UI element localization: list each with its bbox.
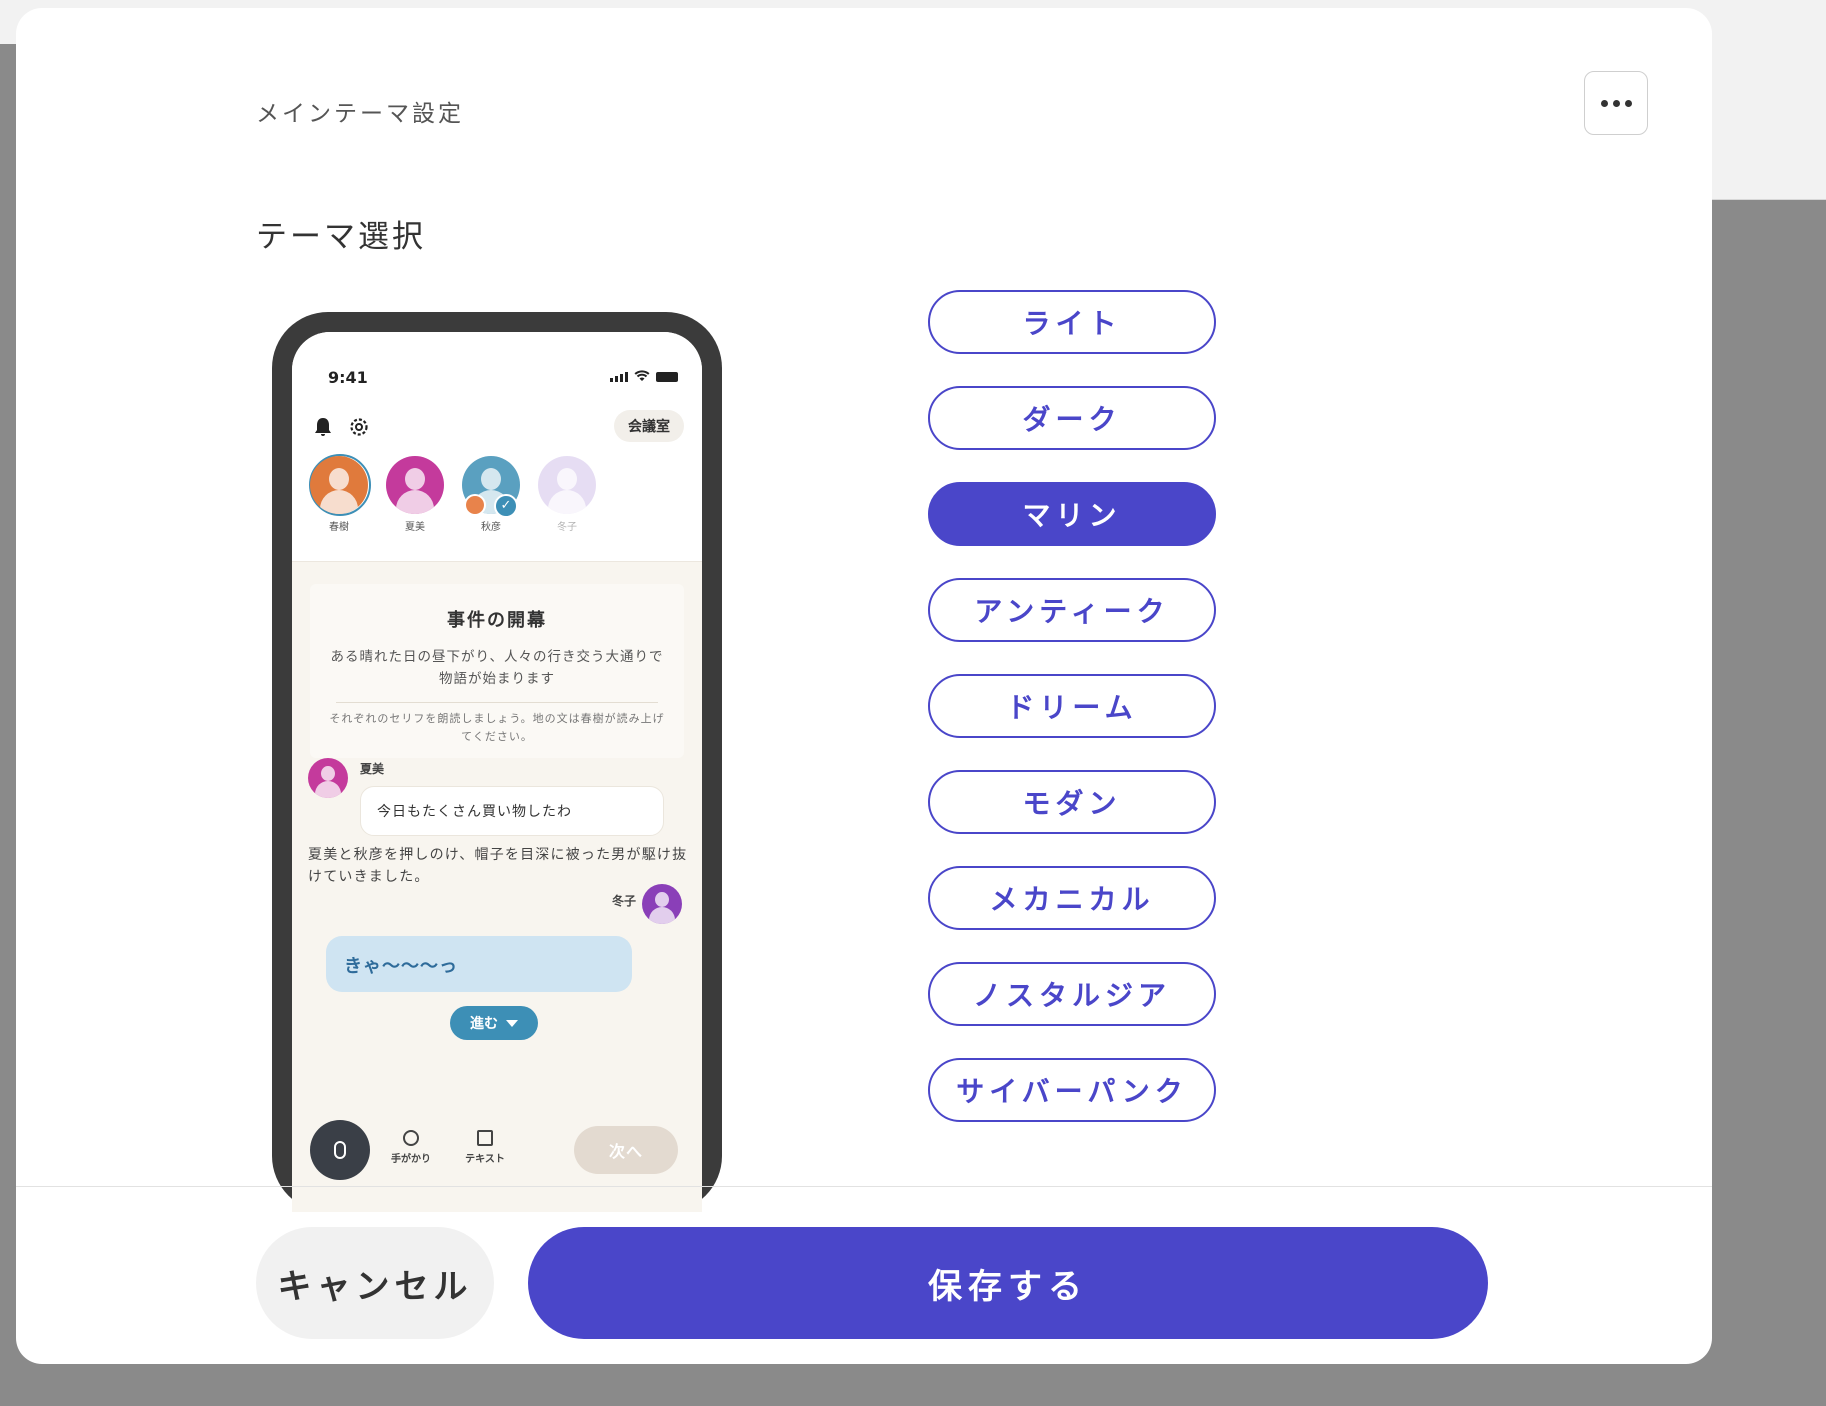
signal-icon [610, 372, 628, 382]
participant-name: 春樹 [329, 522, 349, 533]
participant-avatar: 夏美 [384, 456, 446, 533]
theme-option-marine[interactable]: マリン [928, 482, 1216, 546]
theme-option-light[interactable]: ライト [928, 290, 1216, 354]
participant-name: 夏美 [405, 522, 425, 533]
participant-avatar: ✓ 秋彦 [460, 456, 522, 533]
theme-options: ライト ダーク マリン アンティーク ドリーム モダン メカニカル ノスタルジア… [928, 290, 1216, 1154]
modal-footer: キャンセル 保存する [16, 1186, 1712, 1364]
next-button-preview: 次へ [574, 1126, 678, 1174]
theme-option-modern[interactable]: モダン [928, 770, 1216, 834]
theme-option-dark[interactable]: ダーク [928, 386, 1216, 450]
preview-screen: 9:41 会議室 春樹 夏美 ✓ 秋彦 冬子 事件の開幕 ある晴れた日の昼下がり… [292, 332, 702, 1212]
status-time: 9:41 [328, 368, 368, 387]
divider [336, 702, 658, 703]
search-icon [403, 1130, 419, 1146]
theme-option-cyberpunk[interactable]: サイバーパンク [928, 1058, 1216, 1122]
clue-label: 手がかり [391, 1154, 431, 1165]
speaker-name: 冬子 [612, 894, 637, 908]
message-bubble: 今日もたくさん買い物したわ [360, 786, 664, 836]
theme-option-mechanical[interactable]: メカニカル [928, 866, 1216, 930]
speaker-name: 夏美 [360, 762, 385, 776]
participant-name: 秋彦 [481, 522, 501, 533]
gear-icon [350, 418, 368, 436]
wifi-icon [634, 370, 650, 381]
clipboard-icon [477, 1130, 493, 1146]
modal-title: メインテーマ設定 [256, 101, 464, 127]
story-note: それぞれのセリフを朗読しましょう。地の文は春樹が読み上げてください。 [329, 712, 665, 743]
message-bubble: きゃ〜〜〜っ [326, 936, 632, 992]
more-options-button[interactable] [1584, 71, 1648, 135]
participant-avatar: 冬子 [536, 456, 598, 533]
background-panel [1712, 44, 1826, 200]
bell-icon [315, 418, 331, 436]
participant-name: 冬子 [557, 522, 577, 533]
speaker-avatar [642, 884, 682, 924]
theme-option-dream[interactable]: ドリーム [928, 674, 1216, 738]
theme-option-nostalgia[interactable]: ノスタルジア [928, 962, 1216, 1026]
advance-chip: 進む [450, 1006, 538, 1040]
more-horizontal-icon [1600, 99, 1632, 107]
check-icon: ✓ [494, 494, 518, 518]
mic-muted-icon [464, 494, 486, 516]
text-label: テキスト [465, 1154, 505, 1165]
narration-text: 夏美と秋彦を押しのけ、帽子を目深に被った男が駆け抜けていきました。 [308, 847, 688, 885]
save-button[interactable]: 保存する [528, 1227, 1488, 1339]
theme-option-antique[interactable]: アンティーク [928, 578, 1216, 642]
caret-down-icon [506, 1019, 518, 1027]
theme-preview-phone: 9:41 会議室 春樹 夏美 ✓ 秋彦 冬子 事件の開幕 ある晴れた日の昼下がり… [272, 312, 722, 1212]
room-chip: 会議室 [614, 410, 684, 442]
clue-tool: 手がかり [376, 1130, 446, 1165]
story-title: 事件の開幕 [447, 610, 547, 631]
section-title: テーマ選択 [256, 219, 426, 255]
advance-label: 進む [470, 1016, 498, 1032]
theme-settings-modal: メインテーマ設定 テーマ選択 9:41 会議室 春樹 夏美 ✓ 秋彦 冬子 事件… [16, 8, 1712, 1364]
text-tool: テキスト [450, 1130, 520, 1165]
cancel-button[interactable]: キャンセル [256, 1227, 494, 1339]
story-body: ある晴れた日の昼下がり、人々の行き交う大通りで物語が始まります [330, 649, 664, 687]
story-card: 事件の開幕 ある晴れた日の昼下がり、人々の行き交う大通りで物語が始まります それ… [310, 584, 684, 758]
speaker-avatar [308, 758, 348, 798]
status-icons [610, 370, 678, 382]
participant-avatars: 春樹 夏美 ✓ 秋彦 冬子 [308, 454, 598, 533]
participant-avatar: 春樹 [308, 454, 371, 533]
mic-icon [310, 1120, 370, 1180]
battery-icon [656, 372, 678, 382]
